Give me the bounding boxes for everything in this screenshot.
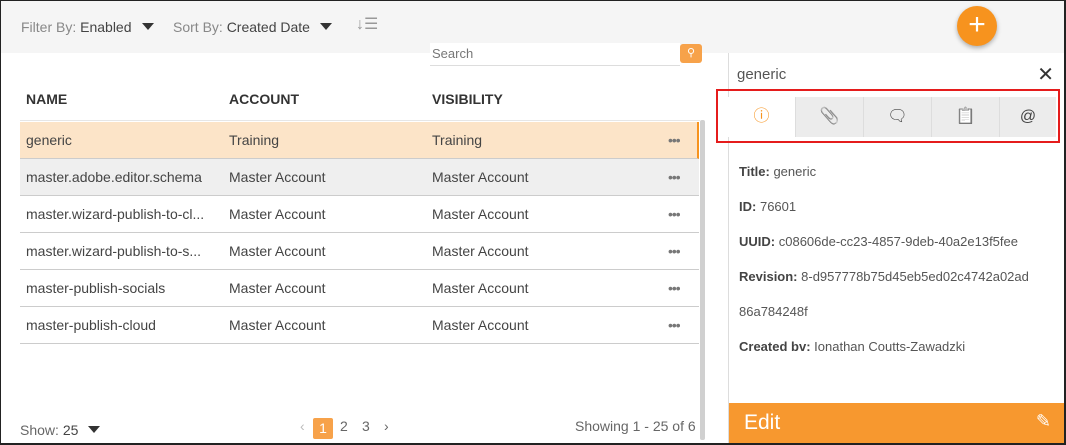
window-frame [0,0,1066,445]
